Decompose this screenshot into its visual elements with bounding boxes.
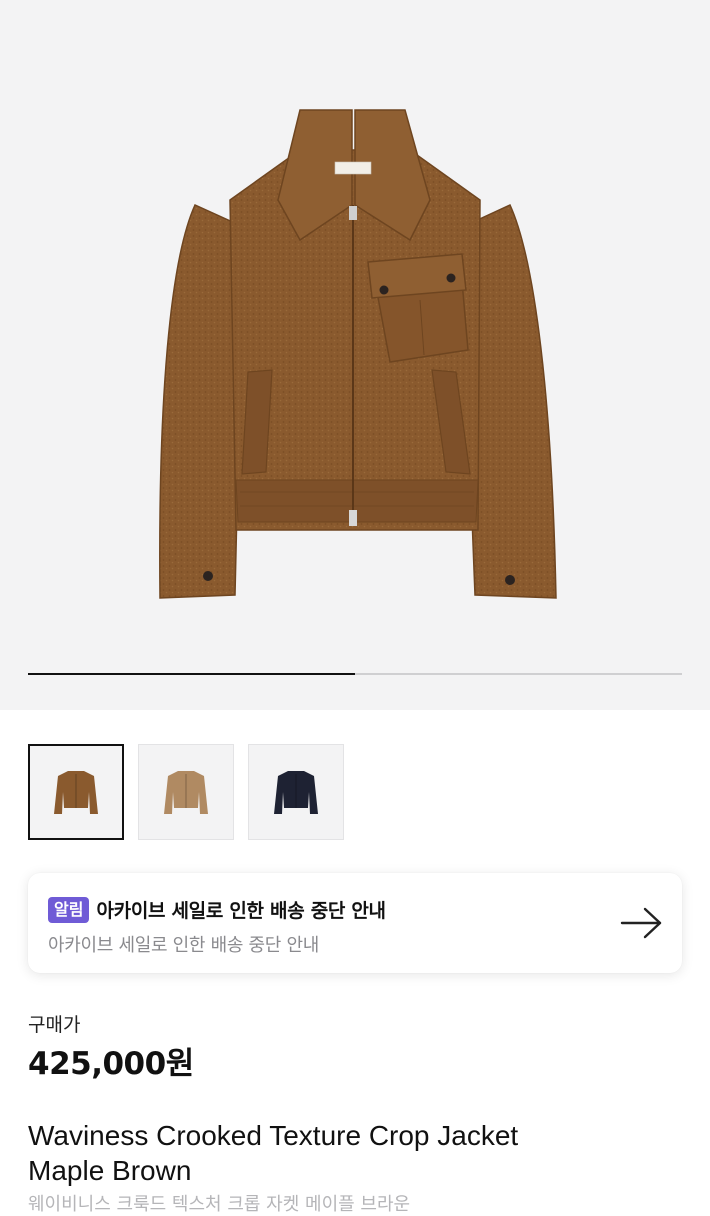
thumbnail-jacket-image: [274, 771, 318, 814]
notice-title: 아카이브 세일로 인한 배송 중단 안내: [96, 900, 386, 922]
thumbnail-jacket-image: [54, 771, 98, 814]
gallery-progress-fill: [28, 673, 355, 675]
product-name-line1: Waviness Crooked Texture Crop Jacket: [28, 1120, 519, 1151]
notice-badge: 알림: [48, 896, 90, 923]
product-name-line2: Maple Brown: [28, 1155, 192, 1186]
product-image-gallery[interactable]: [0, 0, 710, 710]
product-name-korean: 웨이비니스 크룩드 텍스처 크롭 자켓 메이플 브라운: [28, 1194, 411, 1215]
notice-banner[interactable]: 알림 아카이브 세일로 인한 배송 중단 안내 아카이브 세일로 인한 배송 중…: [28, 873, 682, 973]
notice-subtitle: 아카이브 세일로 인한 배송 중단 안내: [48, 935, 320, 956]
arrow-right-icon[interactable]: [620, 905, 664, 941]
price-value: 425,000원: [28, 1046, 194, 1082]
thumbnail-beige[interactable]: [138, 744, 234, 840]
gallery-progress-bar: [28, 673, 682, 675]
thumbnail-list: [28, 744, 344, 840]
product-name: Waviness Crooked Texture Crop Jacket Map…: [28, 1118, 628, 1188]
product-image-jacket: [159, 109, 557, 599]
thumbnail-jacket-image: [164, 771, 208, 814]
thumbnail-maple-brown[interactable]: [28, 744, 124, 840]
price-label: 구매가: [28, 1014, 81, 1036]
thumbnail-navy[interactable]: [248, 744, 344, 840]
